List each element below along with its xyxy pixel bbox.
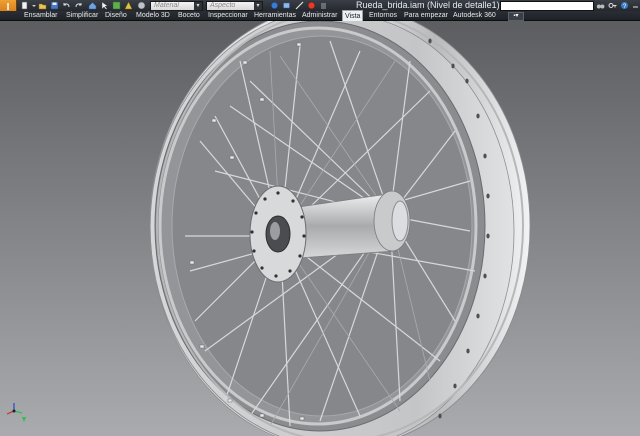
tab-inspeccionar[interactable]: Inspeccionar xyxy=(208,11,248,20)
tab-modelo-3d[interactable]: Modelo 3D xyxy=(136,11,170,20)
tab-entornos[interactable]: Entornos xyxy=(369,11,397,20)
ribbon-display-menu-button[interactable]: ▪▾ xyxy=(508,12,524,21)
tab-herramientas[interactable]: Herramientas xyxy=(254,11,296,20)
options-icon[interactable] xyxy=(319,1,328,10)
wheel-model[interactable] xyxy=(0,21,640,436)
save-icon[interactable] xyxy=(50,1,59,10)
color-sphere-icon[interactable] xyxy=(137,1,146,10)
key-icon[interactable] xyxy=(608,1,617,10)
minimize-icon[interactable] xyxy=(631,1,640,10)
document-title: Rueda_brida.iam (Nivel de detalle1) xyxy=(356,0,500,10)
appearance-combo-text: Aspecto xyxy=(210,2,236,9)
tab-vista[interactable]: Vista xyxy=(342,10,364,21)
tab-ensamblar[interactable]: Ensamblar xyxy=(24,11,57,20)
tab-boceto[interactable]: Boceto xyxy=(178,11,200,20)
measure-icon[interactable] xyxy=(295,1,304,10)
properties-icon[interactable] xyxy=(112,1,121,10)
tab-autodesk-360[interactable]: Autodesk 360 xyxy=(453,11,496,20)
new-icon[interactable] xyxy=(20,1,29,10)
update-icon[interactable] xyxy=(124,1,133,10)
tab-simplificar[interactable]: Simplificar xyxy=(66,11,98,20)
material-combo-text: Material xyxy=(154,2,179,9)
ilogic-icon[interactable] xyxy=(307,1,316,10)
clear-icon[interactable] xyxy=(282,1,291,10)
help-icon[interactable]: ? xyxy=(620,1,629,10)
binoculars-icon[interactable] xyxy=(596,1,605,10)
undo-icon[interactable] xyxy=(62,1,71,10)
appearance-combo[interactable]: Aspecto ▾ xyxy=(206,1,263,11)
tab-diseno[interactable]: Diseño xyxy=(105,11,127,20)
tab-para-empezar[interactable]: Para empezar xyxy=(404,11,448,20)
tab-administrar[interactable]: Administrar xyxy=(302,11,337,20)
open-icon[interactable] xyxy=(38,1,47,10)
search-input[interactable] xyxy=(500,1,594,11)
view-cube-triad-icon[interactable] xyxy=(4,401,28,427)
adjust-icon[interactable] xyxy=(270,1,279,10)
redo-icon[interactable] xyxy=(74,1,83,10)
home-icon[interactable] xyxy=(88,1,97,10)
ribbon-tab-bar: Ensamblar Simplificar Diseño Modelo 3D B… xyxy=(0,10,640,21)
chevron-down-icon: ▾ xyxy=(254,2,262,10)
select-icon[interactable] xyxy=(100,1,109,10)
graphics-viewport[interactable] xyxy=(0,21,640,436)
material-combo[interactable]: Material ▾ xyxy=(150,1,203,11)
chevron-down-icon: ▾ xyxy=(194,2,202,10)
